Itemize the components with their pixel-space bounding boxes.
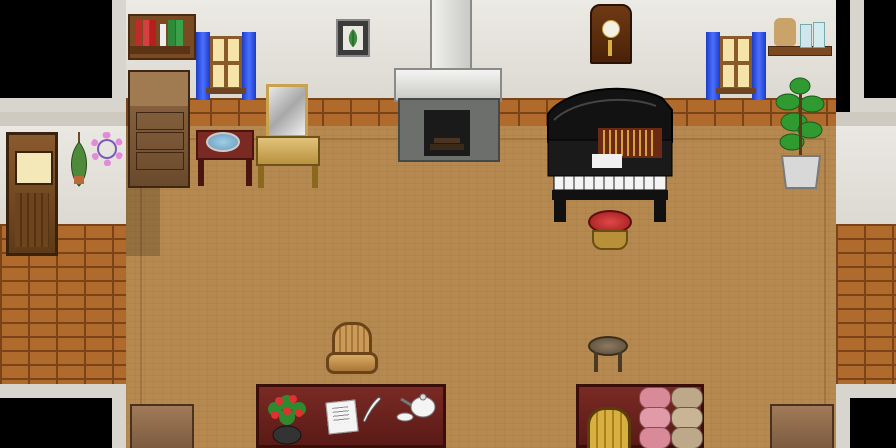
towel-pink-2 xyxy=(639,407,671,429)
round-stool-legs xyxy=(594,352,622,372)
leaf-icon xyxy=(348,29,358,47)
book-green xyxy=(168,20,175,46)
stool-base xyxy=(592,230,628,250)
potted-tree[interactable] xyxy=(774,74,828,192)
flower-wreath xyxy=(90,132,124,166)
game-scene xyxy=(0,0,896,448)
void-bottom-right xyxy=(836,384,896,448)
piano-icon xyxy=(547,87,673,222)
dresser-drawer xyxy=(136,112,184,130)
book-red-3 xyxy=(150,20,156,46)
teapot[interactable] xyxy=(393,389,439,425)
bookshelf[interactable] xyxy=(128,14,196,60)
window-sill xyxy=(206,88,246,94)
window-sill-right xyxy=(716,88,756,94)
armchair-back xyxy=(332,322,372,356)
void-bottom-left xyxy=(0,384,126,448)
dresser[interactable] xyxy=(128,70,190,188)
window-pane xyxy=(210,36,242,90)
vanity-leg-2 xyxy=(312,166,318,188)
door-window xyxy=(15,151,53,185)
armchair-seat xyxy=(326,352,378,374)
armchair[interactable] xyxy=(326,322,378,380)
fireplace-opening xyxy=(424,110,470,156)
vanity-desk xyxy=(256,136,320,166)
basin-table-leg-2 xyxy=(246,160,252,186)
log-grate-icon xyxy=(430,138,464,150)
paper-lines xyxy=(332,406,350,424)
fireplace[interactable] xyxy=(398,98,500,162)
quill-icon xyxy=(362,396,382,423)
rug-bottom-right xyxy=(770,404,834,448)
dresser-top xyxy=(130,72,188,106)
papers-and-quill[interactable] xyxy=(325,395,385,435)
towel-beige-2 xyxy=(671,407,703,429)
towel-beige-3 xyxy=(671,427,703,448)
left-alcove-trim xyxy=(0,112,126,126)
window-cross-h-right xyxy=(723,61,749,65)
dresser-drawer-3 xyxy=(136,152,184,170)
pendulum-clock[interactable] xyxy=(590,4,632,64)
right-alcove-wall xyxy=(836,112,896,224)
rolled-towels[interactable] xyxy=(639,387,703,448)
book-red xyxy=(136,20,142,46)
barrel[interactable] xyxy=(587,407,631,448)
clock-face xyxy=(602,20,620,38)
side-table[interactable] xyxy=(576,384,704,448)
window-left[interactable] xyxy=(196,32,256,100)
book-white xyxy=(160,24,166,46)
window-pane-right xyxy=(720,36,752,90)
wash-basin xyxy=(206,132,240,152)
void-top-right xyxy=(850,0,896,112)
window-right[interactable] xyxy=(706,32,766,100)
clock-pendulum xyxy=(608,40,612,56)
writing-desk[interactable] xyxy=(256,384,446,448)
hanging-herbs xyxy=(66,132,92,188)
fireplace-mantel xyxy=(394,68,502,102)
jar-shelf[interactable] xyxy=(768,10,832,56)
jar-icon xyxy=(800,24,812,48)
jar-icon-2 xyxy=(813,22,825,48)
towel-pink-3 xyxy=(639,427,671,448)
vanity-table[interactable] xyxy=(256,84,320,188)
wash-basin-table[interactable] xyxy=(196,130,254,186)
wooden-door[interactable] xyxy=(6,132,58,256)
flower-vase[interactable] xyxy=(265,391,311,445)
book-green-2 xyxy=(176,20,183,46)
piano-stool[interactable] xyxy=(588,210,632,254)
vanity-leg xyxy=(258,166,264,188)
teapot-icon xyxy=(396,393,436,422)
right-alcove-trim xyxy=(836,112,896,126)
shelf-board xyxy=(130,46,190,54)
window-cross-h xyxy=(213,61,239,65)
book-red-2 xyxy=(143,20,149,46)
right-brick-wall xyxy=(836,224,896,384)
grand-piano[interactable] xyxy=(544,84,676,224)
tree-icon xyxy=(775,77,825,189)
rug-bottom-left xyxy=(130,404,194,448)
round-stool[interactable] xyxy=(588,336,628,374)
herbs-icon xyxy=(71,132,87,187)
plant-painting[interactable] xyxy=(336,19,370,57)
towel-pink xyxy=(639,387,671,409)
void-top-left xyxy=(0,0,126,112)
door-panel xyxy=(15,193,49,247)
vanity-mirror xyxy=(266,84,308,138)
sack-icon xyxy=(774,18,796,46)
painting-canvas xyxy=(343,26,363,50)
dresser-drawer-2 xyxy=(136,132,184,150)
basin-table-leg xyxy=(198,160,204,186)
towel-beige xyxy=(671,387,703,409)
flower-bouquet-icon xyxy=(268,395,306,445)
